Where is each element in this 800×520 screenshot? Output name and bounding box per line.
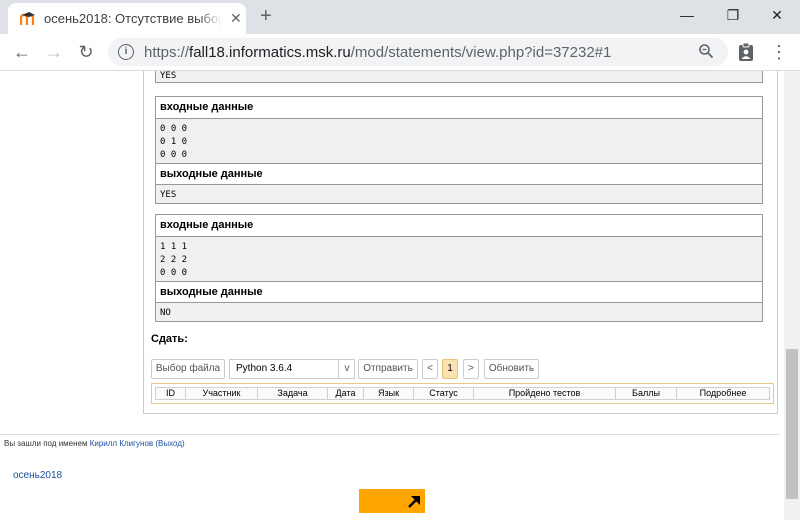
tab-close-icon[interactable]: ✕ [230, 10, 242, 26]
course-link[interactable]: осень2018 [13, 470, 62, 481]
arrow-up-right-icon [408, 496, 420, 508]
sample-block: входные данные 0 0 0 0 1 0 0 0 0 выходны… [155, 96, 763, 204]
moodle-favicon-icon [20, 12, 35, 25]
column-header[interactable]: Статус [414, 388, 474, 399]
next-page-button[interactable]: > [463, 359, 479, 379]
url-host: fall18.informatics.msk.ru [189, 44, 351, 61]
restore-icon[interactable]: ❐ [710, 0, 756, 30]
sample-block: входные данные 1 1 1 2 2 2 0 0 0 выходны… [155, 214, 763, 322]
column-header[interactable]: ID [156, 388, 186, 399]
input-value: 1 1 1 2 2 2 0 0 0 [156, 236, 762, 281]
prev-page-button[interactable]: < [422, 359, 438, 379]
browser-menu-icon[interactable]: ⋮ [770, 42, 788, 62]
url-path: /mod/statements/view.php?id=37232#1 [350, 44, 612, 61]
vertical-scrollbar[interactable] [784, 71, 800, 520]
output-value: YES [156, 184, 762, 203]
send-button[interactable]: Отправить [358, 359, 418, 379]
submit-heading: Сдать: [151, 333, 188, 345]
results-header-row: ID Участник Задача Дата Язык Статус Прой… [155, 387, 770, 400]
input-label: входные данные [156, 215, 762, 236]
column-header[interactable]: Задача [258, 388, 328, 399]
login-prefix: Вы зашли под именем [4, 439, 88, 448]
browser-tab[interactable]: осень2018: Отсутствие выбора ( ✕ [8, 3, 246, 34]
tab-title: осень2018: Отсутствие выбора ( [44, 11, 222, 26]
column-header[interactable]: Баллы [616, 388, 677, 399]
profile-clipboard-icon[interactable] [736, 42, 756, 62]
sample-output-block: YES [155, 71, 763, 83]
url-scheme: https:// [144, 44, 190, 61]
reload-icon[interactable]: ↻ [74, 41, 98, 63]
refresh-button[interactable]: Обновить [484, 359, 539, 379]
address-bar[interactable]: i https://fall18.informatics.msk.ru/mod/… [108, 38, 728, 66]
forward-arrow-icon[interactable]: → [42, 41, 66, 63]
user-link[interactable]: Кирилл Клигунов (Выход) [90, 439, 185, 448]
language-value: Python 3.6.4 [236, 363, 293, 374]
output-value: NO [156, 302, 762, 321]
input-value: 0 0 0 0 1 0 0 0 0 [156, 118, 762, 163]
output-label: выходные данные [156, 281, 762, 302]
column-header[interactable]: Язык [364, 388, 414, 399]
new-tab-icon[interactable]: + [260, 6, 272, 26]
output-label: выходные данные [156, 163, 762, 184]
chevron-down-icon: v [338, 360, 355, 378]
column-header[interactable]: Пройдено тестов [474, 388, 616, 399]
footer-divider [0, 434, 780, 435]
minimize-icon[interactable]: — [664, 0, 710, 30]
scrollbar-thumb[interactable] [786, 349, 798, 499]
results-table: ID Участник Задача Дата Язык Статус Прой… [151, 383, 774, 404]
zoom-icon[interactable] [698, 43, 714, 59]
input-label: входные данные [156, 97, 762, 118]
site-info-icon[interactable]: i [118, 44, 134, 60]
page-viewport: YES входные данные 0 0 0 0 1 0 0 0 0 вых… [0, 71, 784, 520]
scroll-top-button[interactable] [359, 489, 425, 513]
language-select[interactable]: Python 3.6.4 v [229, 359, 355, 379]
page-number-button[interactable]: 1 [442, 359, 458, 379]
sample-output-value: YES [156, 71, 762, 82]
login-info: Вы зашли под именем Кирилл Клигунов (Вых… [4, 439, 185, 448]
column-header[interactable]: Участник [186, 388, 258, 399]
browser-toolbar: ← → ↻ i https://fall18.informatics.msk.r… [0, 34, 800, 71]
url-text[interactable]: https://fall18.informatics.msk.ru/mod/st… [144, 44, 611, 61]
back-arrow-icon[interactable]: ← [10, 41, 34, 63]
column-header[interactable]: Подробнее [677, 388, 769, 399]
column-header[interactable]: Дата [328, 388, 364, 399]
window-close-icon[interactable]: ✕ [754, 0, 800, 30]
choose-file-button[interactable]: Выбор файла [151, 359, 225, 379]
browser-titlebar: осень2018: Отсутствие выбора ( ✕ + — ❐ ✕ [0, 0, 800, 34]
